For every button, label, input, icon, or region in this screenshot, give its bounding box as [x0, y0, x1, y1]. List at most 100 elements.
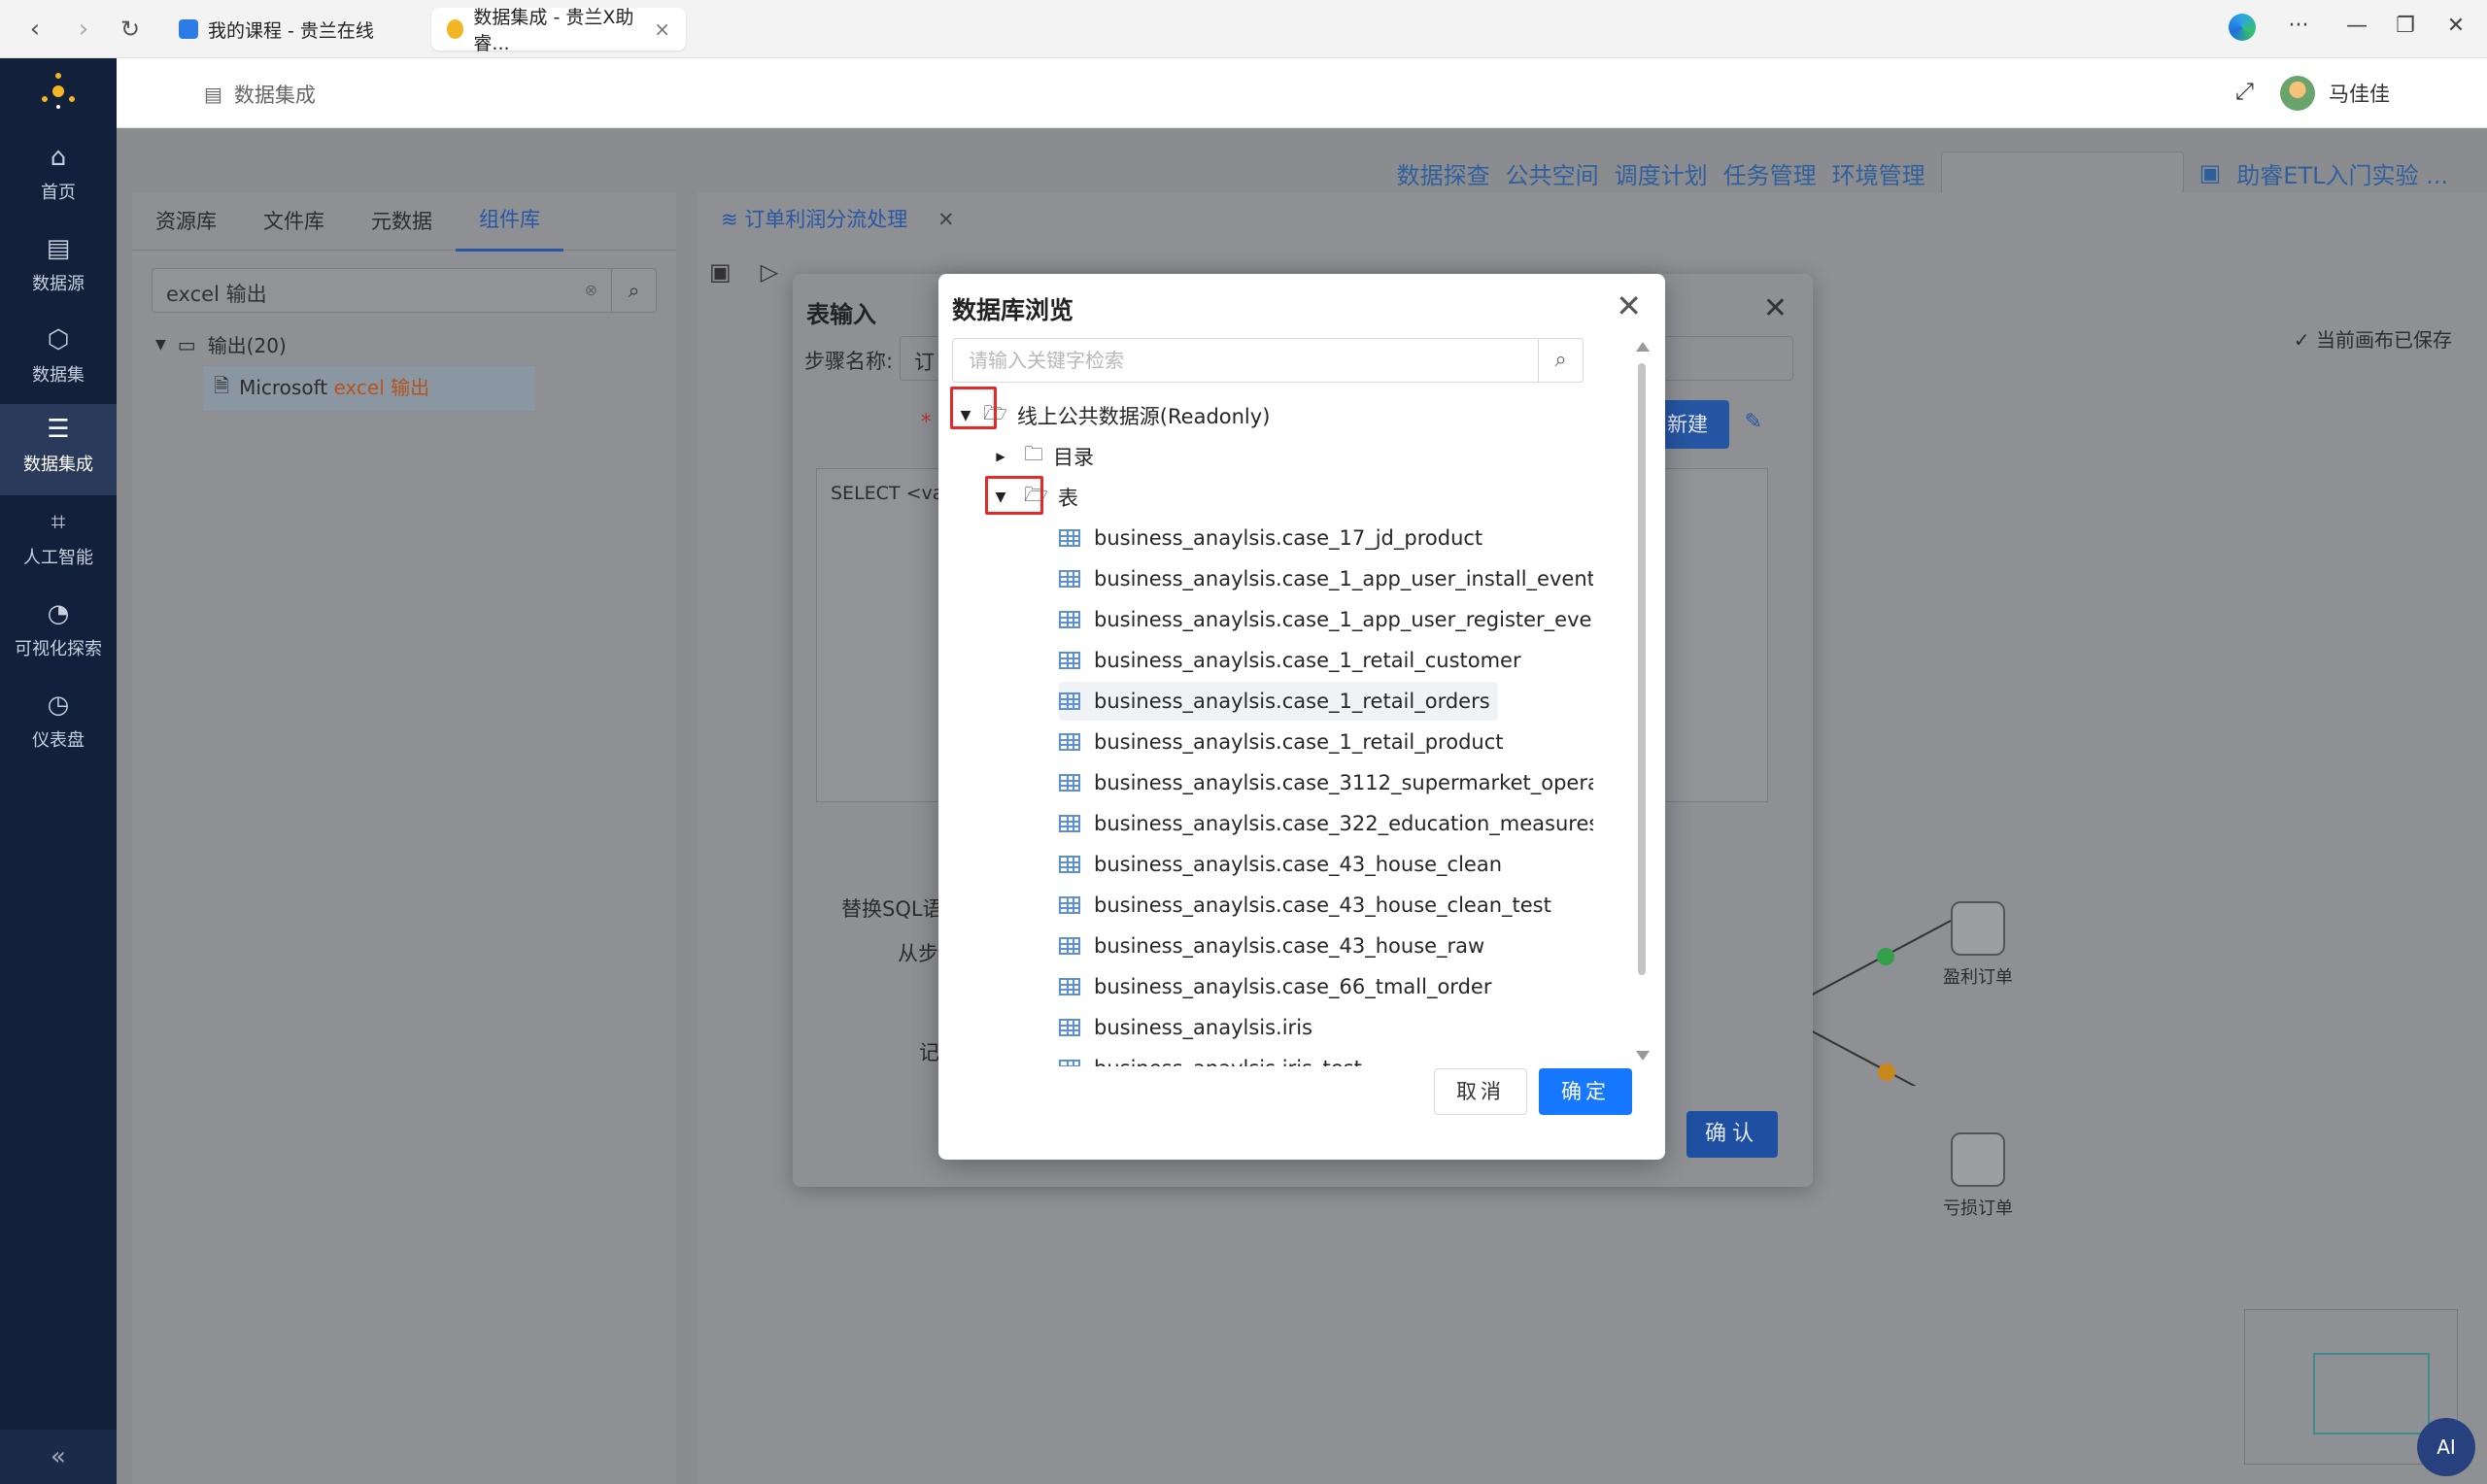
tab-components[interactable]: 组件库 — [456, 190, 563, 252]
tree-node-catalog[interactable]: ▶ 🗀 目录 — [991, 437, 1094, 476]
sidebar-item-datasource[interactable]: ▤ 数据源 — [0, 223, 117, 309]
browser-tab-courses[interactable]: 我的课程 - 贵兰在线 — [163, 8, 390, 51]
link-env-manage[interactable]: 环境管理 — [1832, 156, 1925, 190]
node-loss-orders[interactable] — [1951, 1132, 2005, 1187]
minimize-icon[interactable]: — — [2341, 14, 2372, 38]
ai-assistant-button[interactable]: AI — [2417, 1418, 2475, 1476]
sidebar-item-dataset[interactable]: ⬡ 数据集 — [0, 315, 117, 400]
browser-tab-integration[interactable]: 数据集成 - 贵兰X助睿... × — [431, 7, 686, 54]
more-icon[interactable]: ··· — [2283, 14, 2314, 38]
app-favicon-icon — [447, 19, 464, 39]
project-name[interactable]: 助睿ETL入门实验 ... — [2236, 156, 2448, 190]
pie-chart-icon: ◔ — [47, 599, 70, 628]
component-search-input[interactable]: excel 输出 ⊗ ⌕ — [152, 268, 657, 313]
run-icon[interactable]: ▷ — [761, 258, 778, 286]
server-icon: ☰ — [47, 415, 70, 444]
window-close-icon[interactable]: ✕ — [2440, 14, 2471, 38]
search-value: excel 输出 — [166, 283, 267, 306]
confirm-button[interactable]: 确认 — [1686, 1111, 1778, 1158]
menu-icon[interactable]: ▤ — [204, 83, 222, 106]
canvas-tab-close-icon[interactable]: ✕ — [937, 208, 955, 231]
search-icon[interactable]: ⌕ — [611, 269, 656, 312]
sidebar-item-home[interactable]: ⌂ 首页 — [0, 132, 117, 218]
table-icon — [1059, 692, 1080, 710]
sidebar: ⌂ 首页 ▤ 数据源 ⬡ 数据集 ☰ 数据集成 ⌗ 人工智能 ◔ 可视化探索 ◷ 仪表盘 « — [0, 58, 117, 1484]
component-tree: ▼ ▭ 输出(20) 🗎 Microsoft excel 输出 — [155, 330, 676, 411]
table-icon — [1059, 1019, 1080, 1036]
tree-item-label: Microsoft — [239, 376, 334, 399]
scroll-down-icon[interactable] — [1636, 1051, 1650, 1061]
restore-icon[interactable]: ❐ — [2390, 14, 2421, 38]
table-name: business_anaylsis.case_1_app_user_regist… — [1094, 608, 1593, 631]
table-row[interactable]: business_anaylsis.case_43_house_clean — [1059, 845, 1502, 884]
scroll-thumb[interactable] — [1638, 363, 1646, 975]
table-icon — [1059, 652, 1080, 669]
user-menu[interactable]: 马佳佳 — [2280, 76, 2390, 111]
table-row[interactable]: business_anaylsis.case_1_retail_customer — [1059, 641, 1521, 680]
tree-group[interactable]: ▼ ▭ 输出(20) — [155, 330, 676, 358]
edit-icon[interactable]: ✎ — [1745, 410, 1762, 434]
browser-toolbar: ‹ › ↻ 我的课程 - 贵兰在线 数据集成 - 贵兰X助睿... × ··· … — [0, 0, 2487, 58]
tab-close-icon[interactable]: × — [654, 17, 670, 41]
database-icon: ▤ — [46, 234, 71, 263]
link-data-explore[interactable]: 数据探查 — [1397, 156, 1490, 190]
table-name: business_anaylsis.case_17_jd_product — [1094, 526, 1483, 550]
modal-title: 数据库浏览 — [952, 296, 1074, 324]
sidebar-item-label: 数据集 — [32, 365, 85, 386]
sidebar-item-visual[interactable]: ◔ 可视化探索 — [0, 589, 117, 674]
table-row[interactable]: business_anaylsis.case_1_app_user_regist… — [1059, 600, 1593, 639]
close-icon[interactable]: ✕ — [1763, 291, 1788, 325]
tab-metadata[interactable]: 元数据 — [348, 192, 456, 251]
search-icon[interactable]: ⌕ — [1538, 339, 1583, 382]
link-task-manage[interactable]: 任务管理 — [1723, 156, 1817, 190]
sidebar-item-label: 数据源 — [32, 274, 85, 294]
table-row[interactable]: business_anaylsis.case_66_tmall_order — [1059, 967, 1491, 1006]
table-row[interactable]: business_anaylsis.case_17_jd_product — [1059, 519, 1482, 557]
sidebar-item-ai[interactable]: ⌗ 人工智能 — [0, 497, 117, 583]
table-row[interactable]: business_anaylsis.case_43_house_raw — [1059, 927, 1484, 965]
node-profit-orders[interactable] — [1951, 901, 2005, 956]
table-row[interactable]: business_anaylsis.iris — [1059, 1008, 1312, 1047]
fullscreen-icon[interactable]: ⤢ — [2235, 78, 2254, 105]
back-icon[interactable]: ‹ — [19, 14, 51, 45]
canvas-tab[interactable]: ≋ 订单利润分流处理 ✕ — [721, 204, 955, 233]
table-name: business_anaylsis.iris — [1094, 1016, 1312, 1039]
scrollbar[interactable] — [1636, 342, 1650, 1061]
table-row[interactable]: business_anaylsis.case_1_app_user_instal… — [1059, 559, 1593, 598]
table-row[interactable]: business_anaylsis.iris_test — [1059, 1049, 1362, 1066]
sidebar-item-dashboard[interactable]: ◷ 仪表盘 — [0, 680, 117, 765]
tab-files[interactable]: 文件库 — [240, 192, 348, 251]
link-public-space[interactable]: 公共空间 — [1506, 156, 1599, 190]
table-row[interactable]: business_anaylsis.case_1_retail_orders — [1059, 682, 1498, 721]
forward-icon[interactable]: › — [68, 14, 99, 45]
table-icon — [1059, 570, 1080, 588]
cancel-button[interactable]: 取消 — [1434, 1068, 1527, 1115]
tab-resource[interactable]: 资源库 — [132, 192, 240, 251]
table-row[interactable]: business_anaylsis.case_322_education_mea… — [1059, 804, 1593, 843]
table-icon — [1059, 937, 1080, 955]
ok-button[interactable]: 确定 — [1539, 1068, 1632, 1115]
sidebar-item-integration[interactable]: ☰ 数据集成 — [0, 404, 117, 495]
clear-icon[interactable]: ⊗ — [585, 281, 597, 299]
tab-title: 我的课程 - 贵兰在线 — [208, 19, 374, 42]
collapse-sidebar-icon[interactable]: « — [0, 1430, 117, 1484]
table-row[interactable]: business_anaylsis.case_43_house_clean_te… — [1059, 886, 1551, 925]
table-icon — [1059, 774, 1080, 792]
edge-icon[interactable] — [2229, 14, 2256, 41]
search-input[interactable] — [953, 339, 1516, 382]
table-row[interactable]: business_anaylsis.case_3112_supermarket_… — [1059, 763, 1593, 802]
saved-status: ✓ 当前画布已保存 — [2294, 324, 2452, 353]
table-row[interactable]: business_anaylsis.case_1_retail_product — [1059, 723, 1504, 761]
flow-icon: ≋ — [721, 208, 738, 231]
sidebar-item-label: 首页 — [41, 183, 76, 203]
tree-item-excel-output[interactable]: 🗎 Microsoft excel 输出 — [204, 366, 534, 411]
minimap-viewport[interactable] — [2313, 1353, 2430, 1434]
tree-node-root[interactable]: ▼ 🗁 线上公共数据源(Readonly) — [956, 396, 1271, 435]
close-icon[interactable]: ✕ — [1616, 287, 1642, 324]
save-icon[interactable]: ▣ — [709, 258, 732, 286]
reload-icon[interactable]: ↻ — [115, 14, 146, 45]
environment-select[interactable] — [1940, 152, 2184, 194]
scroll-up-icon[interactable] — [1636, 342, 1650, 352]
link-schedule[interactable]: 调度计划 — [1615, 156, 1708, 190]
caret-right-icon[interactable]: ▶ — [991, 450, 1010, 463]
